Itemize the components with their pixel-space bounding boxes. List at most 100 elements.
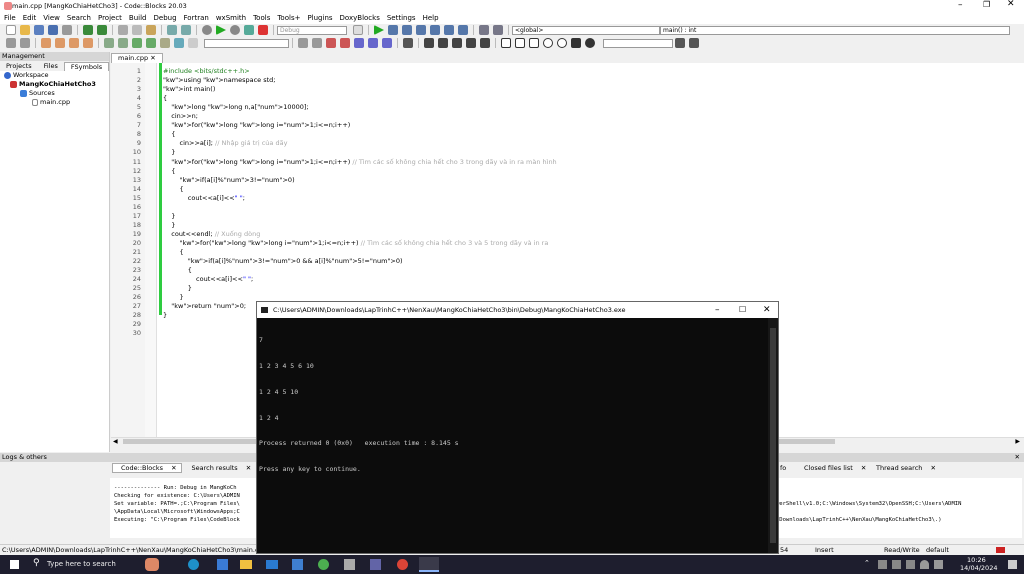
code-line[interactable]: #include <bits/stdc++.h> — [163, 67, 250, 76]
bookmark-clear-icon[interactable] — [83, 38, 93, 48]
menu-tools[interactable]: Tools — [253, 14, 270, 22]
teams-icon[interactable] — [370, 559, 381, 570]
edge-icon[interactable] — [188, 559, 199, 570]
windows-start-icon[interactable] — [10, 560, 19, 569]
menu-view[interactable]: View — [43, 14, 60, 22]
code-line[interactable]: { — [163, 130, 175, 139]
explorer-icon[interactable] — [240, 560, 252, 569]
layout-4-icon[interactable] — [466, 38, 476, 48]
clock-time[interactable]: 10:26 — [967, 556, 986, 564]
mail-icon[interactable] — [266, 560, 278, 569]
build-gear-icon[interactable] — [202, 25, 212, 35]
code-line[interactable]: { — [163, 266, 192, 275]
maximize-button[interactable]: ❐ — [983, 0, 990, 9]
code-line[interactable]: } — [163, 221, 175, 230]
code-line[interactable]: "kw">for("kw">long "kw">long i="num">1;i… — [163, 239, 549, 248]
layout-5-icon[interactable] — [480, 38, 490, 48]
bookmark-prev-icon[interactable] — [55, 38, 65, 48]
run-icon[interactable] — [216, 25, 226, 35]
code-line[interactable]: "kw">for("kw">long "kw">long i="num">1;i… — [163, 121, 350, 130]
redo-icon[interactable] — [97, 25, 107, 35]
console-scroll-thumb[interactable] — [770, 328, 776, 543]
chrome-icon[interactable] — [397, 559, 408, 570]
doxy-run-icon[interactable] — [146, 38, 156, 48]
search-next-icon[interactable] — [312, 38, 322, 48]
tab-projects[interactable]: Projects — [0, 62, 38, 70]
brush-icon[interactable] — [382, 38, 392, 48]
code-line[interactable]: } — [163, 284, 192, 293]
layout-2-icon[interactable] — [438, 38, 448, 48]
code-line[interactable]: { — [163, 185, 184, 194]
tree-file-main[interactable]: main.cpp — [0, 98, 109, 107]
menu-help[interactable]: Help — [423, 14, 439, 22]
close-button[interactable]: ✕ — [1007, 0, 1015, 9]
cut-icon[interactable] — [118, 25, 128, 35]
widget-icon[interactable] — [145, 558, 159, 571]
tree-workspace[interactable]: Workspace — [0, 71, 109, 80]
menu-project[interactable]: Project — [98, 14, 122, 22]
strikeout-icon[interactable] — [571, 38, 581, 48]
code-line[interactable]: } — [163, 311, 167, 320]
tab-search-results[interactable]: Search results ✕ — [184, 464, 256, 472]
comment-icon[interactable] — [104, 38, 114, 48]
scroll-left-icon[interactable]: ◀ — [113, 438, 118, 445]
menu-wxsmith[interactable]: wxSmith — [216, 14, 246, 22]
frame-2-icon[interactable] — [515, 38, 525, 48]
bookmark-toggle-icon[interactable] — [41, 38, 51, 48]
console-window[interactable]: C:\Users\ADMIN\Downloads\LapTrinhC++\Nen… — [256, 301, 779, 554]
zoom-in-icon[interactable] — [543, 38, 553, 48]
stop-debug-icon[interactable] — [458, 25, 468, 35]
code-line[interactable]: "kw">if(a[i]%"num">3!="num">0) — [163, 176, 295, 185]
paste-icon[interactable] — [146, 25, 156, 35]
apps-icon[interactable] — [344, 559, 355, 570]
minimize-button[interactable]: – — [958, 0, 963, 10]
code-line[interactable]: "kw">for("kw">long "kw">long i="num">1;i… — [163, 158, 556, 167]
wizard-icon[interactable] — [160, 38, 170, 48]
code-line[interactable]: } — [163, 293, 184, 302]
run-search-icon[interactable] — [174, 38, 184, 48]
menu-search[interactable]: Search — [67, 14, 91, 22]
menu-tools-plus[interactable]: Tools+ — [277, 14, 300, 22]
tray-chevron-icon[interactable]: ⌃ — [864, 559, 870, 567]
undo-icon[interactable] — [83, 25, 93, 35]
goto-icon[interactable] — [188, 38, 198, 48]
step-out-icon[interactable] — [416, 25, 426, 35]
doxy-icon[interactable] — [132, 38, 142, 48]
code-line[interactable]: "kw">if(a[i]%"num">3!="num">0 && a[i]%"n… — [163, 257, 403, 266]
code-line[interactable]: "kw">long "kw">long n,a["num">10000]; — [163, 103, 308, 112]
text-color-icon[interactable] — [340, 38, 350, 48]
close-tab-icon[interactable]: ✕ — [150, 54, 155, 62]
frame-1-icon[interactable] — [501, 38, 511, 48]
highlight-icon[interactable] — [326, 38, 336, 48]
save-icon[interactable] — [34, 25, 44, 35]
selection-icon[interactable] — [354, 38, 364, 48]
pointer-icon[interactable] — [403, 38, 413, 48]
menu-doxyblocks[interactable]: DoxyBlocks — [340, 14, 380, 22]
console-minimize-button[interactable]: – — [715, 302, 720, 318]
console-maximize-button[interactable]: ☐ — [739, 302, 746, 318]
function-select[interactable]: main() : int — [660, 25, 1010, 35]
editor-tab-main[interactable]: main.cpp ✕ — [111, 53, 163, 63]
code-line[interactable]: cin>>a[i]; // Nhập giá trị của dãy — [163, 139, 288, 148]
terminal-task-icon[interactable] — [419, 557, 439, 572]
xbox-icon[interactable] — [318, 559, 329, 570]
tray-icon-3[interactable] — [906, 560, 915, 569]
debug-windows-icon[interactable] — [479, 25, 489, 35]
tree-project[interactable]: MangKoChiaHetCho3 — [0, 80, 109, 89]
tray-icon-2[interactable] — [892, 560, 901, 569]
replace-icon[interactable] — [181, 25, 191, 35]
find-icon[interactable] — [167, 25, 177, 35]
scope-select[interactable]: <global> — [512, 25, 660, 35]
tab-fsymbols[interactable]: FSymbols — [63, 61, 110, 71]
symbol-search-input[interactable] — [603, 38, 673, 48]
thread-search-input[interactable] — [204, 38, 289, 48]
menu-settings[interactable]: Settings — [387, 14, 416, 22]
code-line[interactable]: cout<<endl; // Xuống dòng — [163, 230, 260, 239]
debug-info-icon[interactable] — [493, 25, 503, 35]
clock-date[interactable]: 14/04/2024 — [960, 564, 997, 572]
store-icon[interactable] — [217, 559, 228, 570]
code-line[interactable]: cout<<a[i]<<" "; — [163, 194, 245, 203]
code-line[interactable]: "kw">int main() — [163, 85, 215, 94]
menu-fortran[interactable]: Fortran — [184, 14, 209, 22]
console-close-button[interactable]: ✕ — [763, 302, 771, 318]
